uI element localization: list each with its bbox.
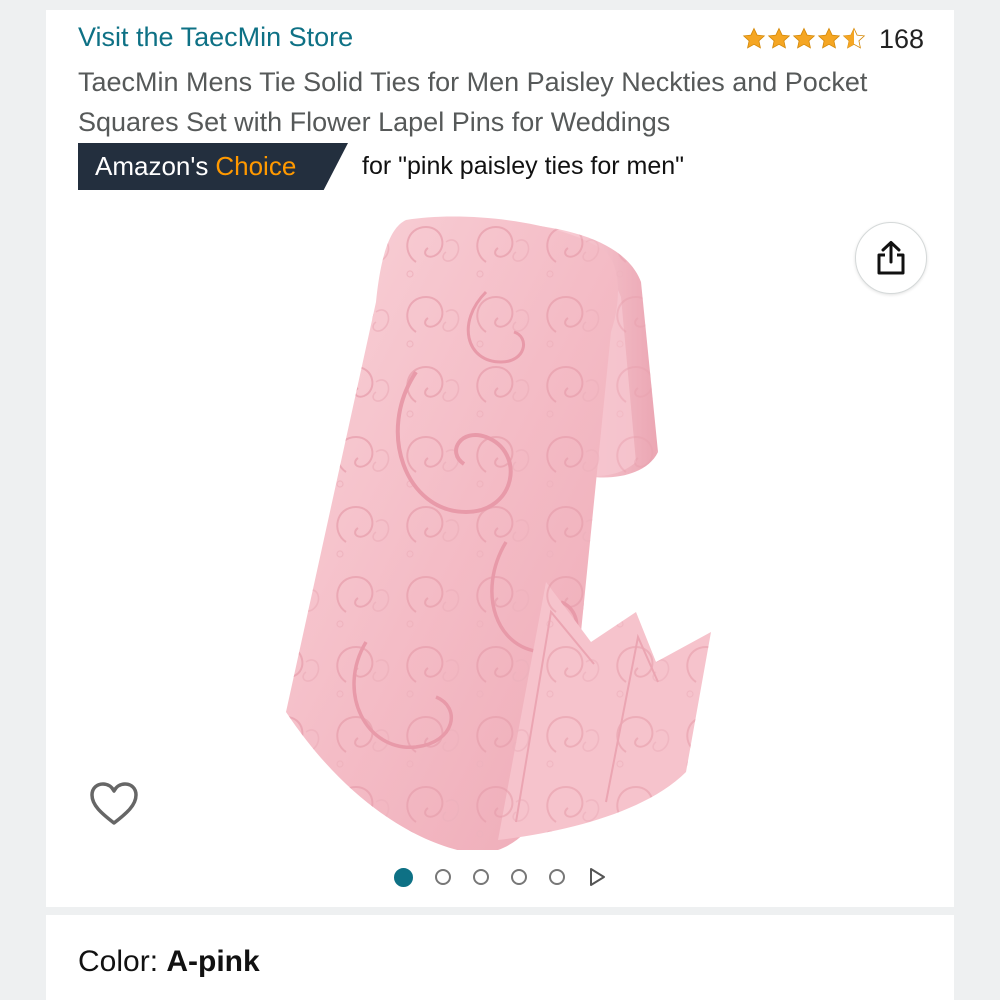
rating-summary[interactable]: 168 — [742, 22, 924, 56]
star-full-icon — [817, 27, 841, 49]
product-page: Visit the TaecMin Store 168 TaecMin Mens… — [46, 10, 954, 1000]
color-selection: Color: A-pink — [78, 945, 260, 979]
star-half-icon — [842, 27, 866, 49]
share-icon — [877, 241, 905, 275]
star-full-icon — [767, 27, 791, 49]
image-pagination — [46, 862, 954, 892]
play-triangle-icon[interactable] — [587, 867, 607, 887]
rating-count[interactable]: 168 — [879, 24, 924, 55]
star-rating — [742, 27, 867, 51]
color-value: A-pink — [166, 945, 260, 978]
pagination-dot[interactable] — [510, 869, 527, 885]
pagination-dot[interactable] — [548, 869, 565, 885]
pagination-dot[interactable] — [472, 869, 489, 885]
heart-outline-icon — [90, 782, 138, 825]
store-link[interactable]: Visit the TaecMin Store — [78, 22, 353, 53]
wishlist-button[interactable] — [78, 768, 150, 840]
product-image[interactable] — [46, 212, 954, 850]
color-label: Color: — [78, 945, 167, 978]
pagination-dot[interactable] — [434, 869, 451, 885]
badge-query: for "pink paisley ties for men" — [362, 152, 685, 180]
badge-prefix: Amazon's — [95, 151, 209, 181]
product-image-gallery[interactable] — [46, 212, 954, 850]
section-divider — [46, 907, 954, 915]
star-full-icon — [742, 27, 766, 49]
amazons-choice-badge[interactable]: Amazon's Choice — [78, 143, 348, 190]
product-title: TaecMin Mens Tie Solid Ties for Men Pais… — [78, 67, 868, 137]
share-button[interactable] — [855, 222, 927, 294]
badge-highlight: Choice — [215, 151, 297, 181]
pagination-dot[interactable] — [393, 867, 413, 887]
amazons-choice-row: Amazon's Choice for "pink paisley ties f… — [78, 143, 684, 190]
star-full-icon — [792, 27, 816, 49]
